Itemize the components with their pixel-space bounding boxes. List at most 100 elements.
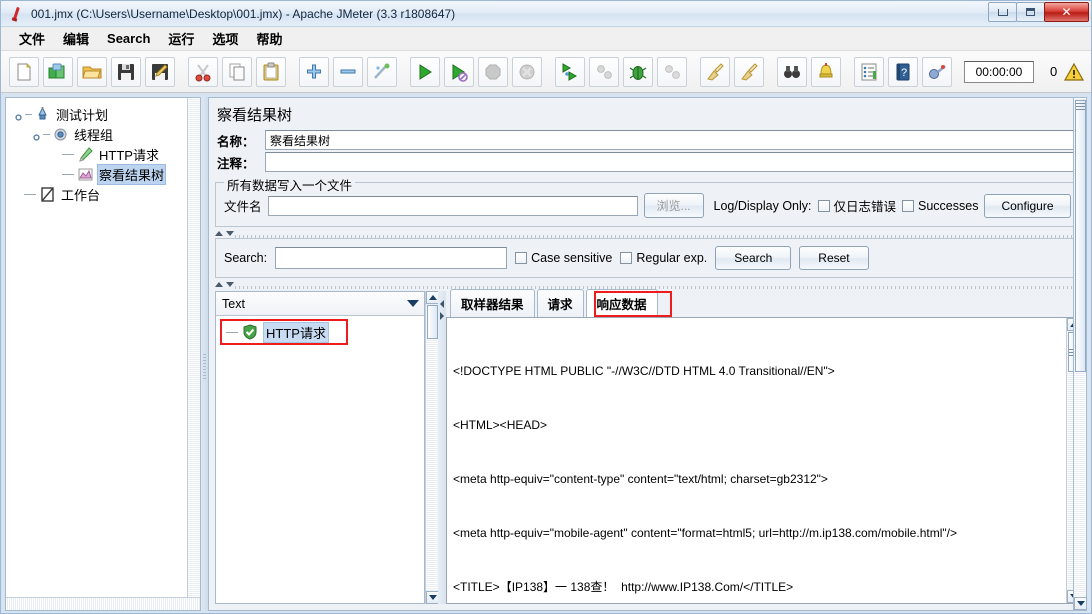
main-split-divider[interactable] — [201, 97, 208, 611]
paste-button[interactable] — [256, 56, 286, 87]
name-input[interactable] — [265, 130, 1078, 150]
results-split-divider[interactable] — [438, 291, 446, 604]
maximize-button[interactable] — [1016, 2, 1045, 22]
checkbox-box[interactable] — [817, 199, 830, 212]
chevron-down-icon — [406, 300, 419, 307]
comment-input[interactable] — [265, 152, 1078, 172]
filename-label: 文件名 — [224, 200, 262, 214]
tree-node-label: 测试计划 — [56, 107, 109, 123]
shutdown-button[interactable] — [512, 56, 542, 87]
save-button[interactable] — [111, 56, 141, 87]
list-item[interactable]: HTTP请求 — [216, 321, 424, 343]
stop-button[interactable] — [478, 56, 508, 87]
clear-all-button[interactable] — [657, 56, 687, 87]
open-button[interactable] — [77, 56, 107, 87]
function-helper-button[interactable] — [777, 56, 807, 87]
renderer-combobox[interactable]: Text — [216, 292, 424, 316]
sample-results-list[interactable]: HTTP请求 — [216, 316, 424, 603]
content-outer-scrollbar[interactable] — [1073, 97, 1087, 611]
expand-handle-icon[interactable] — [14, 110, 23, 121]
checkbox-box[interactable] — [620, 252, 633, 264]
scrollbar-thumb[interactable] — [1075, 100, 1086, 372]
green-bug-button[interactable] — [623, 56, 653, 87]
response-text[interactable]: <!DOCTYPE HTML PUBLIC "-//W3C//DTD HTML … — [447, 318, 1066, 603]
response-tabs: 取样器结果 请求 响应数据 — [446, 289, 1080, 317]
collapse-all-button[interactable] — [333, 56, 363, 87]
thread-group-icon — [52, 126, 69, 143]
warning-triangle-icon[interactable] — [1063, 62, 1085, 82]
undo-button[interactable] — [700, 56, 730, 87]
ssl-manager-button[interactable] — [922, 56, 952, 87]
heap-dump-button[interactable] — [811, 56, 841, 87]
minimize-button[interactable] — [988, 2, 1017, 22]
menu-file[interactable]: 文件 — [11, 27, 53, 50]
errors-only-checkbox[interactable]: 仅日志错误 — [817, 196, 896, 215]
expand-all-button[interactable] — [299, 56, 329, 87]
tree-vertical-scrollbar[interactable] — [187, 98, 200, 610]
tab-sampler-result[interactable]: 取样器结果 — [450, 289, 535, 317]
menu-help[interactable]: 帮助 — [248, 27, 290, 50]
tree-node-workbench[interactable]: 工作台 — [10, 184, 196, 204]
collapse-down-icon[interactable] — [226, 231, 234, 236]
new-test-plan-button[interactable] — [9, 56, 39, 87]
menu-options[interactable]: 选项 — [204, 27, 246, 50]
regular-exp-checkbox[interactable]: Regular exp. — [620, 251, 707, 265]
help-button[interactable]: ? — [888, 56, 918, 87]
start-button[interactable] — [410, 56, 440, 87]
regular-exp-label: Regular exp. — [636, 251, 708, 265]
page-title: 察看结果树 — [209, 98, 1086, 130]
search-button[interactable]: Search — [715, 246, 792, 270]
log-viewer-button[interactable] — [854, 56, 884, 87]
renderer-dropdown-arrow[interactable] — [403, 294, 422, 313]
configure-button[interactable]: Configure — [984, 193, 1071, 218]
scrollbar-thumb[interactable] — [427, 305, 438, 339]
search-input[interactable] — [275, 247, 508, 269]
filename-input[interactable] — [267, 195, 638, 216]
tree-horizontal-scrollbar[interactable] — [6, 597, 200, 610]
collapse-strip-upper[interactable] — [215, 231, 1080, 238]
copy-button[interactable] — [222, 56, 252, 87]
collapse-up-icon[interactable] — [215, 231, 223, 236]
tree-connector — [226, 331, 238, 333]
response-data-view: <!DOCTYPE HTML PUBLIC "-//W3C//DTD HTML … — [446, 317, 1080, 604]
collapse-down-icon[interactable] — [226, 282, 234, 287]
menu-edit[interactable]: 编辑 — [55, 27, 97, 50]
cut-button[interactable] — [188, 56, 218, 87]
save-as-button[interactable] — [145, 56, 175, 87]
start-no-pauses-button[interactable] — [444, 56, 474, 87]
menu-search[interactable]: Search — [99, 29, 158, 48]
toggle-wand-button[interactable] — [367, 56, 397, 87]
templates-button[interactable] — [43, 56, 73, 87]
tab-request[interactable]: 请求 — [536, 289, 584, 317]
successes-checkbox[interactable]: Successes — [902, 199, 978, 213]
case-sensitive-checkbox[interactable]: Case sensitive — [515, 251, 612, 265]
remote-stop-all-button[interactable] — [589, 56, 619, 87]
minimize-icon — [997, 8, 1008, 16]
response-line: <meta http-equiv="content-type" content=… — [453, 472, 828, 486]
results-tree-scrollbar[interactable] — [425, 291, 439, 604]
remote-start-all-button[interactable] — [555, 56, 585, 87]
write-results-to-file-group: 所有数据写入一个文件 文件名 浏览... Log/Display Only: 仅… — [215, 175, 1080, 227]
menu-run[interactable]: 运行 — [160, 27, 202, 50]
checkbox-box[interactable] — [515, 252, 528, 264]
tree-node-thread-group[interactable]: 线程组 — [10, 124, 196, 144]
response-line: <TITLE>【IP138】一 138查！ http://www.IP138.C… — [453, 580, 794, 594]
redo-button[interactable] — [734, 56, 764, 87]
test-plan-tree[interactable]: 测试计划 线程组 HTTP请求 察看结果树 工作台 — [5, 97, 201, 611]
tree-node-test-plan[interactable]: 测试计划 — [10, 104, 196, 124]
split-right-arrow-icon[interactable] — [439, 307, 445, 325]
browse-button[interactable]: 浏览... — [643, 193, 704, 218]
scroll-down-button[interactable] — [1074, 597, 1087, 610]
close-button[interactable]: ✕ — [1044, 2, 1089, 22]
tree-node-http-request[interactable]: HTTP请求 — [10, 144, 196, 164]
checkbox-box[interactable] — [902, 199, 915, 212]
renderer-selected-value: Text — [222, 296, 245, 311]
tree-node-view-results-tree[interactable]: 察看结果树 — [10, 163, 196, 185]
scrollbar-grip-icon — [1076, 103, 1085, 110]
collapse-strip-lower[interactable] — [215, 282, 1080, 289]
reset-button[interactable]: Reset — [799, 246, 869, 270]
tab-response-data[interactable]: 响应数据 — [585, 289, 658, 317]
expand-handle-icon[interactable] — [32, 130, 41, 141]
collapse-up-icon[interactable] — [215, 282, 223, 287]
view-results-tree-icon — [77, 166, 94, 183]
